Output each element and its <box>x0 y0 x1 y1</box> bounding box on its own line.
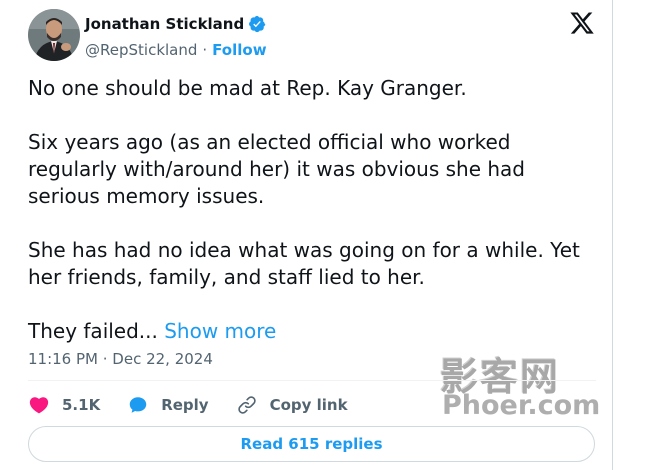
author-handle-row: @RepStickland · Follow <box>85 40 267 60</box>
show-more-link[interactable]: Show more <box>164 319 276 343</box>
separator-dot: · <box>202 41 208 59</box>
action-bar: 5.1K Reply Copy link <box>28 392 375 418</box>
watermark-en: Phoer.com <box>442 390 601 421</box>
tweet-timestamp[interactable]: 11:16 PM · Dec 22, 2024 <box>28 349 213 369</box>
avatar[interactable] <box>28 9 80 61</box>
author-name[interactable]: Jonathan Stickland <box>85 15 244 33</box>
tweet-text: No one should be mad at Rep. Kay Granger… <box>28 75 598 345</box>
tweet-card: Jonathan Stickland @RepStickland · Follo… <box>0 0 613 470</box>
verified-badge-icon <box>248 15 266 33</box>
tweet-paragraph: She has had no idea what was going on fo… <box>28 237 598 291</box>
divider <box>28 380 596 381</box>
tweet-truncated-text: They failed... <box>28 319 158 343</box>
speech-bubble-icon <box>129 397 147 413</box>
author-name-row[interactable]: Jonathan Stickland <box>85 13 266 35</box>
reply-button[interactable]: Reply <box>127 394 209 416</box>
copy-link-button[interactable]: Copy link <box>236 394 348 416</box>
x-logo-icon[interactable] <box>569 10 595 36</box>
like-count: 5.1K <box>62 396 101 414</box>
read-replies-label: Read 615 replies <box>240 435 383 453</box>
reply-label: Reply <box>161 396 209 414</box>
tweet-paragraph: No one should be mad at Rep. Kay Granger… <box>28 76 467 100</box>
copy-link-label: Copy link <box>269 396 348 414</box>
read-replies-button[interactable]: Read 615 replies <box>28 426 595 462</box>
link-icon <box>237 396 256 414</box>
tweet-paragraph: Six years ago (as an elected official wh… <box>28 130 526 208</box>
tweet-paragraph-text: She has had no idea what was going on fo… <box>28 238 580 289</box>
watermark: 影客网 Phoer.com <box>440 346 608 426</box>
tweet-paragraph-truncated: They failed... Show more <box>28 318 598 345</box>
like-button[interactable]: 5.1K <box>28 394 100 416</box>
heart-icon <box>29 397 49 414</box>
author-handle[interactable]: @RepStickland <box>85 41 197 59</box>
follow-button[interactable]: Follow <box>212 41 266 59</box>
